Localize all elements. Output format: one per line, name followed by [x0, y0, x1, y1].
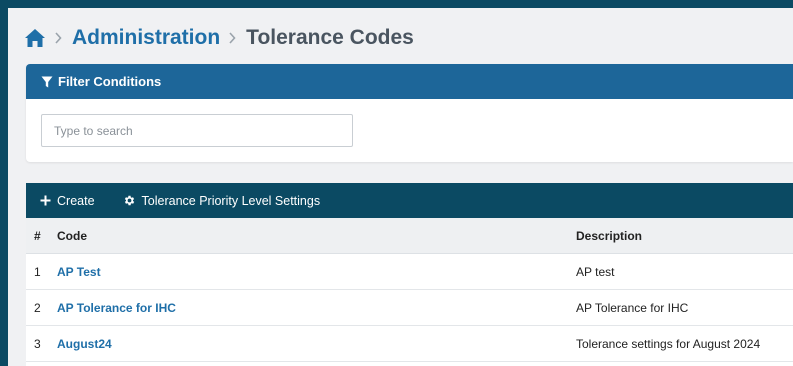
table-row: 1 AP Test AP test — [26, 254, 793, 290]
page-content: Administration Tolerance Codes Filter Co… — [8, 8, 793, 366]
header-code[interactable]: Code — [57, 229, 87, 243]
create-button[interactable]: Create — [40, 194, 95, 208]
header-number: # — [34, 228, 41, 243]
settings-button-label: Tolerance Priority Level Settings — [141, 193, 321, 208]
header-description[interactable]: Description — [576, 229, 642, 243]
chevron-right-icon — [228, 32, 236, 44]
code-link[interactable]: AP Test — [57, 265, 101, 279]
table-toolbar: Create Tolerance Priority Level Settings — [26, 183, 793, 218]
home-icon[interactable] — [24, 28, 46, 48]
code-link[interactable]: August24 — [57, 337, 112, 351]
breadcrumb-administration[interactable]: Administration — [72, 26, 220, 50]
table-header: # Code Description — [26, 218, 793, 254]
table-row: 3 August24 Tolerance settings for August… — [26, 326, 793, 362]
filter-panel: Filter Conditions — [26, 64, 793, 162]
row-description: AP test — [576, 264, 615, 279]
table-row: 2 AP Tolerance for IHC AP Tolerance for … — [26, 290, 793, 326]
breadcrumb: Administration Tolerance Codes — [24, 24, 414, 52]
row-number: 2 — [34, 300, 41, 315]
create-button-label: Create — [57, 193, 95, 208]
code-link[interactable]: AP Tolerance for IHC — [57, 301, 176, 315]
gear-icon — [124, 195, 134, 206]
tolerance-priority-settings-button[interactable]: Tolerance Priority Level Settings — [123, 193, 321, 208]
plus-icon — [40, 195, 51, 206]
filter-panel-title: Filter Conditions — [58, 74, 162, 89]
page-title: Tolerance Codes — [246, 26, 414, 49]
filter-panel-header[interactable]: Filter Conditions — [26, 64, 793, 99]
chevron-right-icon — [54, 32, 62, 44]
row-description: Tolerance settings for August 2024 — [576, 336, 761, 351]
row-description: AP Tolerance for IHC — [576, 300, 689, 315]
row-number: 1 — [34, 264, 41, 279]
row-number: 3 — [34, 336, 41, 351]
search-input[interactable] — [41, 114, 353, 147]
tolerance-codes-table: Create Tolerance Priority Level Settings… — [26, 183, 793, 366]
filter-icon — [41, 76, 53, 87]
